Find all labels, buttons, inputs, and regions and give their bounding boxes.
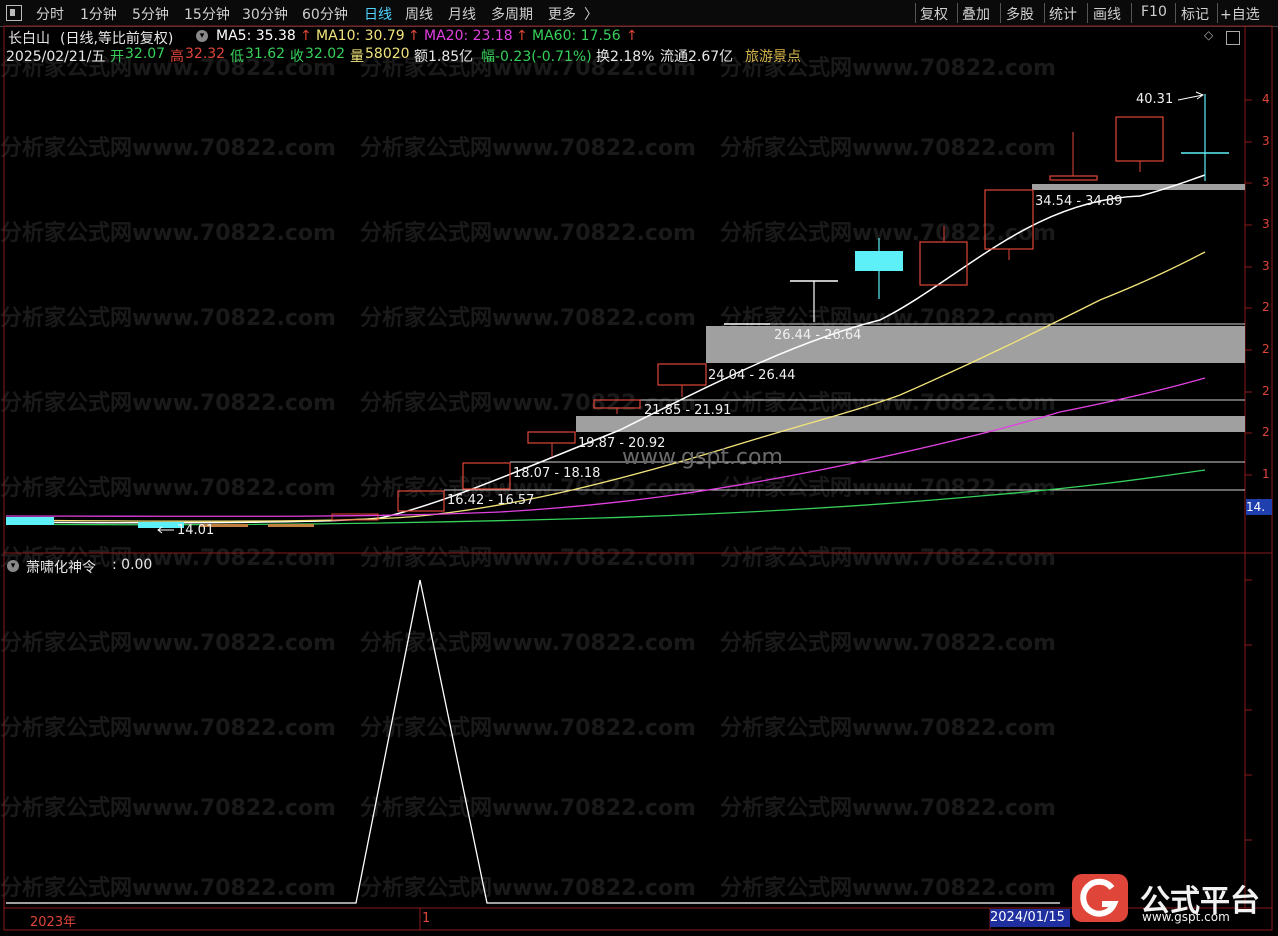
- min-price-label: 14.01: [177, 523, 215, 538]
- amount-value: 额1.85亿: [414, 49, 474, 65]
- indicator-line: [6, 579, 1060, 904]
- price-axis-label: 3: [1262, 259, 1270, 273]
- candle-up: [919, 241, 968, 286]
- high-label: 高: [170, 49, 184, 65]
- candle-small: [268, 524, 314, 527]
- high-value: 32.32: [185, 46, 226, 62]
- price-axis-ticks: [1245, 99, 1252, 841]
- ma60-label: MA60: 17.56: [532, 28, 621, 44]
- indicator-dropdown-icon[interactable]: ▾: [7, 560, 19, 572]
- max-price-label: 40.31: [1136, 92, 1174, 107]
- time-axis-year: 2023年: [30, 915, 77, 930]
- zone-label: 24.04 - 26.44: [708, 368, 796, 383]
- open-value: 32.07: [125, 46, 166, 62]
- panel-toggle-icon[interactable]: [1226, 31, 1240, 45]
- diamond-icon[interactable]: ◇: [1204, 28, 1213, 42]
- zone-label: 16.42 - 16.57: [447, 493, 535, 508]
- ma10-line: [5, 251, 1206, 522]
- candle-up: [984, 189, 1034, 250]
- ma20-label: MA20: 23.18: [424, 28, 513, 44]
- chart-frame: [3, 25, 1273, 931]
- price-axis-label: 3: [1262, 134, 1270, 148]
- candle-up: [657, 363, 707, 386]
- float-value: 流通2.67亿: [660, 49, 734, 65]
- volume-value: 58020: [365, 46, 410, 62]
- price-axis-label: 2: [1262, 425, 1270, 439]
- candle-up: [593, 399, 641, 409]
- turnover-value: 换2.18%: [596, 49, 655, 65]
- indicator-value: : 0.00: [112, 557, 153, 573]
- candle-down: [6, 517, 54, 525]
- logo-url: www.gspt.com: [1142, 910, 1230, 924]
- zone-label: 34.54 - 34.89: [1035, 194, 1123, 209]
- chart-mode: (日线,等比前复权): [60, 31, 174, 47]
- quote-date: 2025/02/21/五: [6, 49, 106, 65]
- price-axis-label: 2: [1262, 300, 1270, 314]
- price-axis-label: 1: [1262, 467, 1270, 481]
- close-label: 收: [290, 49, 304, 65]
- up-arrow-icon: ↑: [516, 28, 528, 44]
- open-label: 开: [110, 49, 124, 65]
- stock-name: 长白山: [8, 31, 50, 47]
- change-value: 幅-0.23(-0.71%): [481, 49, 592, 65]
- up-arrow-icon: ↑: [408, 28, 420, 44]
- cursor-date-badge: 2024/01/15: [990, 909, 1070, 927]
- center-watermark: www.gspt.com: [622, 445, 783, 470]
- max-price-arrow: [1177, 91, 1205, 101]
- close-value: 32.02: [305, 46, 346, 62]
- volume-label: 量: [350, 49, 364, 65]
- price-axis-label: 4: [1262, 92, 1270, 106]
- zone-label: 26.44 - 26.64: [774, 328, 862, 343]
- g-logo-icon: [1080, 878, 1119, 917]
- price-axis-label: 2: [1262, 384, 1270, 398]
- up-arrow-icon: ↑: [626, 28, 638, 44]
- up-arrow-icon: ↑: [300, 28, 312, 44]
- last-price-badge: 14.: [1246, 499, 1272, 515]
- low-label: 低: [230, 49, 244, 65]
- ma5-label: MA5: 35.38: [216, 28, 296, 44]
- price-axis-label: 2: [1262, 342, 1270, 356]
- sector-label: 旅游景点: [745, 49, 801, 65]
- low-value: 31.62: [245, 46, 286, 62]
- support-zone-bar: [576, 416, 1245, 432]
- time-axis-label: 1: [422, 911, 431, 926]
- price-axis-label: 3: [1262, 175, 1270, 189]
- candle-up: [1049, 175, 1098, 181]
- candle-up: [527, 431, 576, 444]
- ma10-label: MA10: 30.79: [316, 28, 405, 44]
- support-zone-bar: [1032, 184, 1245, 190]
- candle-up: [462, 462, 511, 490]
- zone-label: 21.85 - 21.91: [644, 403, 732, 418]
- candle-up: [1115, 116, 1164, 162]
- indicator-name: 萧啸化神令: [26, 560, 96, 576]
- price-axis-label: 3: [1262, 217, 1270, 231]
- gspt-logo: [1072, 874, 1128, 922]
- zone-label: 18.07 - 18.18: [513, 466, 601, 481]
- settings-dropdown-icon[interactable]: ▾: [196, 30, 208, 42]
